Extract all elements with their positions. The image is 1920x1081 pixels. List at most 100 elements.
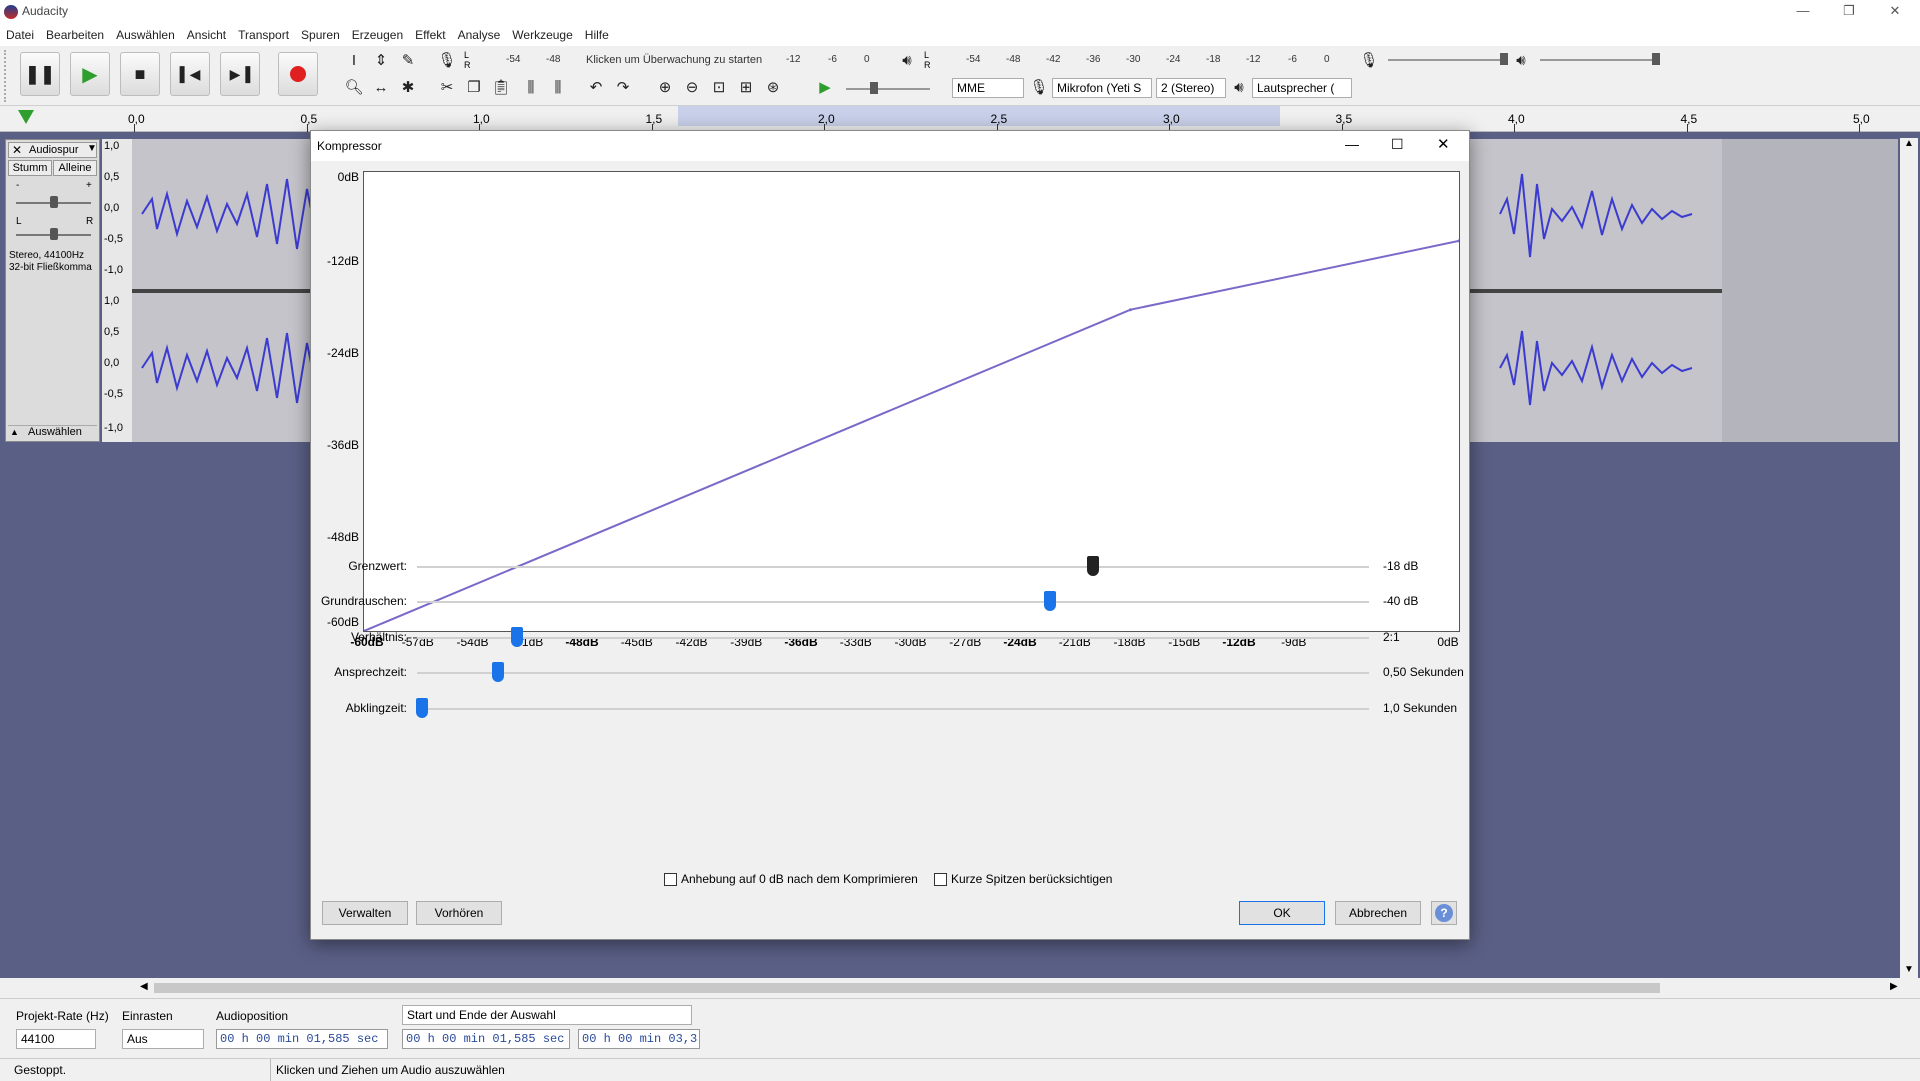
preview-button[interactable]: Vorhören <box>416 901 502 925</box>
menu-effect[interactable]: Effekt <box>409 24 451 46</box>
gain-thumb[interactable] <box>50 196 58 208</box>
zoom-tool-icon[interactable]: 🔍︎ <box>343 76 365 98</box>
solo-button[interactable]: Alleine <box>53 160 97 176</box>
menu-transport[interactable]: Transport <box>232 24 295 46</box>
paste-icon[interactable]: 📋︎ <box>490 76 512 98</box>
track-name-menu[interactable]: ✕ Audiospur ▼ <box>8 142 97 158</box>
dialog-maximize-icon[interactable]: ☐ <box>1391 136 1404 153</box>
skip-end-button[interactable]: ▶▐ <box>220 52 260 96</box>
horizontal-scrollbar[interactable]: ◀ ▶ <box>0 978 1920 998</box>
zoom-in-icon[interactable]: ⊕ <box>654 76 676 98</box>
manage-button[interactable]: Verwalten <box>322 901 408 925</box>
play-at-speed-icon[interactable]: ▶ <box>814 76 836 98</box>
scroll-left-icon[interactable]: ◀ <box>140 981 148 992</box>
redo-icon[interactable]: ↷ <box>612 76 634 98</box>
zoom-out-icon[interactable]: ⊖ <box>681 76 703 98</box>
menu-file[interactable]: Datei <box>0 24 40 46</box>
menu-tracks[interactable]: Spuren <box>295 24 346 46</box>
playback-volume-slider[interactable] <box>1540 59 1660 61</box>
peaks-option[interactable]: Kurze Spitzen berücksichtigen <box>934 872 1112 887</box>
microphone-icon[interactable]: 🎙︎ <box>436 49 458 71</box>
scroll-down-icon[interactable]: ▼ <box>1904 964 1914 975</box>
play-button[interactable]: ▶ <box>70 52 110 96</box>
noise-floor-slider-thumb[interactable] <box>1044 591 1057 611</box>
threshold-slider-thumb[interactable] <box>1086 556 1099 576</box>
menu-view[interactable]: Ansicht <box>181 24 232 46</box>
snap-select[interactable]: Aus <box>122 1029 204 1049</box>
skip-start-button[interactable]: ▌◀ <box>170 52 210 96</box>
fit-selection-icon[interactable]: ⊡ <box>708 76 730 98</box>
draw-tool-icon[interactable]: ✎ <box>397 49 419 71</box>
multi-tool-icon[interactable]: ✱ <box>397 76 419 98</box>
stop-button[interactable]: ■ <box>120 52 160 96</box>
channels-select[interactable]: 2 (Stereo) <box>1156 78 1226 98</box>
trim-icon[interactable]: ⫼ <box>520 76 542 98</box>
scale-label: -1,0 <box>104 264 123 276</box>
ratio-slider-thumb[interactable] <box>510 627 523 647</box>
threshold-slider[interactable] <box>417 566 1369 568</box>
timeshift-tool-icon[interactable]: ↔ <box>370 76 392 98</box>
release-slider-thumb[interactable] <box>415 698 428 718</box>
scroll-right-icon[interactable]: ▶ <box>1890 981 1898 992</box>
host-select[interactable]: MME <box>952 78 1024 98</box>
menu-select[interactable]: Auswählen <box>110 24 181 46</box>
envelope-tool-icon[interactable]: ⇕ <box>370 49 392 71</box>
menu-help[interactable]: Hilfe <box>579 24 615 46</box>
close-icon[interactable]: ✕ <box>1872 0 1918 24</box>
dialog-minimize-icon[interactable]: — <box>1345 136 1359 152</box>
record-meter[interactable]: -54 -48 Klicken um Überwachung zu starte… <box>476 50 876 72</box>
recording-volume-thumb[interactable] <box>1500 53 1508 65</box>
menu-generate[interactable]: Erzeugen <box>346 24 409 46</box>
record-button[interactable] <box>278 52 318 96</box>
release-slider[interactable] <box>417 708 1369 710</box>
selection-tool-icon[interactable]: I <box>343 49 365 71</box>
cut-icon[interactable]: ✂ <box>436 76 458 98</box>
scroll-thumb[interactable] <box>154 983 1660 993</box>
menu-analyze[interactable]: Analyse <box>452 24 507 46</box>
menu-tools[interactable]: Werkzeuge <box>506 24 578 46</box>
timeline-ruler[interactable]: 0,0 0,5 1,0 1,5 2,0 2,5 3,0 3,5 4,0 4,5 5,0 <box>0 106 1920 132</box>
makeup-gain-checkbox[interactable] <box>664 873 677 887</box>
copy-icon[interactable]: ❐ <box>463 76 485 98</box>
makeup-gain-option[interactable]: Anhebung auf 0 dB nach dem Komprimieren <box>664 872 918 887</box>
zoom-toggle-icon[interactable]: ⊛ <box>762 76 784 98</box>
toolbar-grip[interactable] <box>4 50 10 102</box>
ok-button[interactable]: OK <box>1239 901 1325 925</box>
project-rate-select[interactable]: 44100 <box>16 1029 96 1049</box>
timeline-arrow-icon[interactable] <box>18 110 34 124</box>
peaks-checkbox[interactable] <box>934 873 947 887</box>
pan-thumb[interactable] <box>50 228 58 240</box>
menu-edit[interactable]: Bearbeiten <box>40 24 110 46</box>
attack-slider[interactable] <box>417 672 1369 674</box>
playback-meter[interactable]: -54 -48 -42 -36 -30 -24 -18 -12 -6 0 <box>936 50 1336 72</box>
help-button[interactable]: ? <box>1431 901 1457 925</box>
play-speed-thumb[interactable] <box>870 82 878 94</box>
scroll-up-icon[interactable]: ▲ <box>1904 138 1914 149</box>
minimize-icon[interactable]: — <box>1780 0 1826 24</box>
attack-slider-thumb[interactable] <box>491 662 504 682</box>
microphone-select[interactable]: Mikrofon (Yeti S <box>1052 78 1152 98</box>
selection-start-field[interactable]: 00 h 00 min 01,585 sec <box>402 1029 570 1049</box>
pause-button[interactable]: ❚❚ <box>20 52 60 96</box>
selection-mode-select[interactable]: Start und Ende der Auswahl <box>402 1005 692 1025</box>
speaker-icon[interactable]: 🔊︎ <box>896 49 918 71</box>
undo-icon[interactable]: ↶ <box>585 76 607 98</box>
cancel-button[interactable]: Abbrechen <box>1335 901 1421 925</box>
playback-volume-thumb[interactable] <box>1652 53 1660 65</box>
audio-position-field[interactable]: 00 h 00 min 01,585 sec <box>216 1029 388 1049</box>
track-close-icon[interactable]: ✕ <box>12 143 22 157</box>
restore-icon[interactable]: ❐ <box>1826 0 1872 24</box>
dialog-close-icon[interactable]: ✕ <box>1437 135 1450 153</box>
vertical-scrollbar[interactable]: ▲ ▼ <box>1900 138 1918 978</box>
play-speed-slider[interactable] <box>846 88 930 90</box>
ratio-slider[interactable] <box>417 637 1369 639</box>
mute-button[interactable]: Stumm <box>8 160 52 176</box>
noise-floor-slider[interactable] <box>417 601 1369 603</box>
amplitude-scale[interactable]: 1,0 0,5 0,0 -0,5 -1,0 1,0 0,5 0,0 -0,5 -… <box>102 139 132 442</box>
recording-volume-slider[interactable] <box>1388 59 1508 61</box>
speaker-select[interactable]: Lautsprecher ( <box>1252 78 1352 98</box>
fit-project-icon[interactable]: ⊞ <box>735 76 757 98</box>
track-select-button[interactable]: ▲ Auswählen <box>8 425 97 439</box>
selection-end-field[interactable]: 00 h 00 min 03,3 <box>578 1029 700 1049</box>
silence-icon[interactable]: ⫼ <box>547 76 569 98</box>
